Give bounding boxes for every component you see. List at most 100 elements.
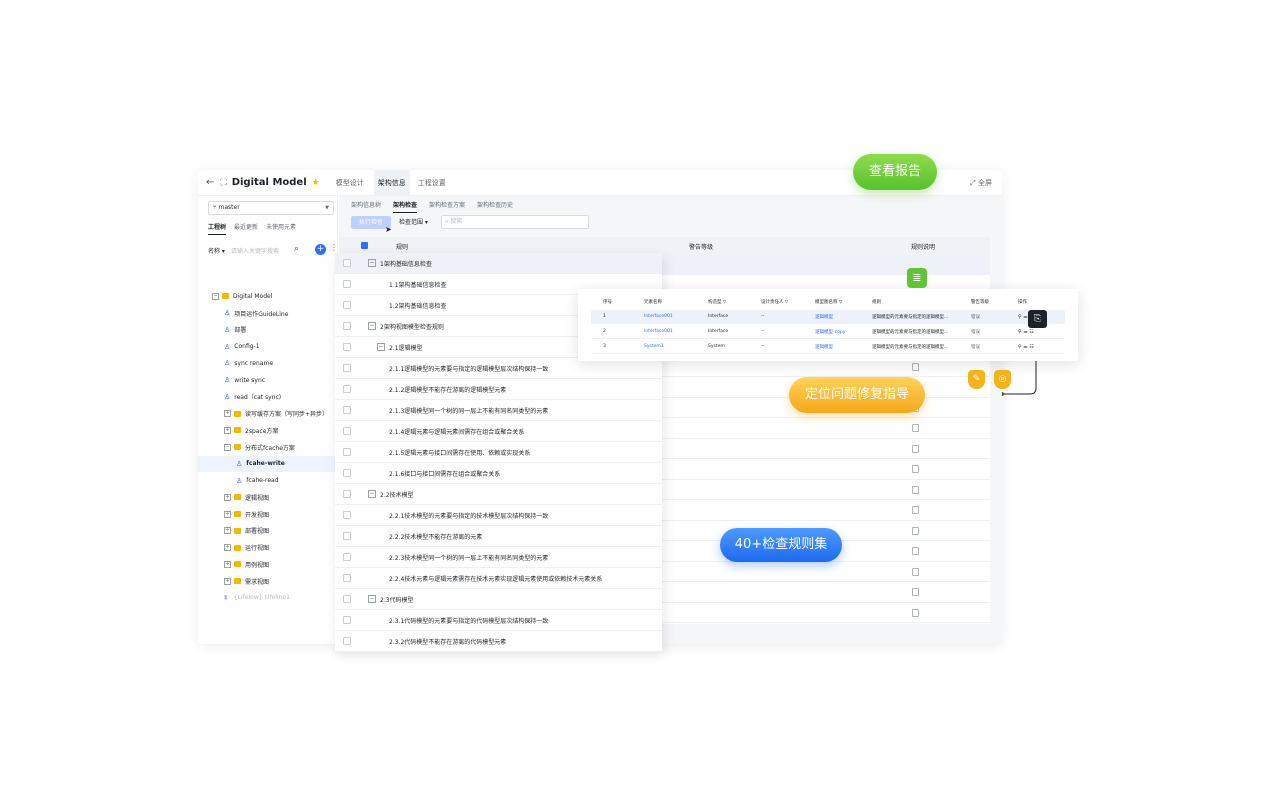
rule-row[interactable]: 2.3.2代码模型不能存在游离的代码模型元素 <box>335 631 662 652</box>
tree-node[interactable]: + 开发视图 <box>198 506 338 523</box>
search-input[interactable]: ⌕ 搜索 <box>441 215 589 229</box>
subtab-info-tree[interactable]: 架构信息树 <box>351 200 381 213</box>
doc-icon[interactable] <box>912 547 919 555</box>
tab-unused[interactable]: 未使用元素 <box>266 222 296 235</box>
row-checkbox[interactable] <box>343 448 351 456</box>
collapse-icon[interactable]: − <box>368 490 376 498</box>
tree-node[interactable]: + 运行视图 <box>198 539 338 556</box>
rule-row[interactable]: 2.1.5逻辑元素与接口间需存在使用、依赖或实现关系 <box>335 442 662 463</box>
tree-node[interactable]: − Digital Model <box>198 288 338 305</box>
rule-row[interactable]: 2.1.2逻辑模型不能存在游离的逻辑模型元素 <box>335 379 662 400</box>
doc-icon[interactable] <box>912 465 919 473</box>
location-icon[interactable]: ⚲ ⚌ ☷ <box>1018 329 1034 335</box>
tree-node[interactable]: + 读写缓存方案（写同步+异步） <box>198 405 338 422</box>
rule-row[interactable]: 2.1.3逻辑模型同一个树的同一层上不能有同名同类型的元素 <box>335 400 662 421</box>
expand-icon[interactable]: + <box>224 544 231 552</box>
row-checkbox[interactable] <box>343 616 351 624</box>
rule-row[interactable]: 2.1.6接口与接口间需存在组合或聚合关系 <box>335 463 662 484</box>
doc-icon[interactable] <box>912 567 919 576</box>
rule-row[interactable]: −2.2技术模型 <box>335 484 662 505</box>
tree-search-input[interactable]: 请输入关键字搜索 <box>231 246 279 255</box>
row-checkbox[interactable] <box>343 364 351 372</box>
tab-recent[interactable]: 最近更新 <box>234 222 258 235</box>
fix-guide-callout[interactable]: 定位问题修复指导 <box>789 377 925 413</box>
tab-project-tree[interactable]: 工程树 <box>208 222 227 235</box>
tree-node[interactable]: + 用例视图 <box>198 556 338 573</box>
row-checkbox[interactable] <box>343 469 351 477</box>
star-icon[interactable]: ★ <box>312 178 320 188</box>
tree-node[interactable]: + 部署视图 <box>198 523 338 540</box>
doc-icon[interactable] <box>912 588 919 596</box>
result-cell-diagram[interactable]: 逻辑模型 <box>815 314 833 320</box>
collapse-icon[interactable]: − <box>377 343 385 351</box>
rule-row[interactable]: −2.3代码模型 <box>335 589 662 610</box>
expand-icon[interactable]: + <box>224 577 231 585</box>
tree-node[interactable]: ♙ sync rename <box>198 355 338 372</box>
row-checkbox[interactable] <box>343 637 351 645</box>
tree-node[interactable]: ▮◦ {Lifelow} Lifeline1 <box>198 590 338 607</box>
rule-row[interactable]: 2.1.4逻辑元素与逻辑元素间需存在组合或聚合关系 <box>335 421 662 442</box>
tree-node[interactable]: ♙ 项目运作GuideLine <box>198 305 338 322</box>
collapse-icon[interactable]: − <box>368 595 376 603</box>
tree-node[interactable]: + 逻辑视图 <box>198 489 338 506</box>
row-checkbox[interactable] <box>343 280 351 288</box>
guide-icon[interactable]: ⎘ <box>1028 310 1047 328</box>
result-row[interactable]: 1 Interface001 Interface -- 逻辑模型 逻辑模型的元素要与指定的… <box>591 310 1065 324</box>
more-icon[interactable]: ⋮ <box>330 243 338 252</box>
subtab-check[interactable]: 架构检查 <box>393 200 418 213</box>
collapse-icon[interactable]: − <box>368 259 376 267</box>
doc-icon[interactable] <box>912 506 919 514</box>
tab-architecture-info[interactable]: 架构信息 <box>373 170 410 196</box>
tab-project-settings[interactable]: 工程设置 <box>414 170 450 196</box>
collapse-icon[interactable]: − <box>224 443 231 451</box>
rule-row[interactable]: 2.3.1代码模型的元素要与指定的代码模型层次结构保持一致 <box>335 610 662 631</box>
row-checkbox[interactable] <box>343 343 351 351</box>
result-cell-name[interactable]: Interface001 <box>644 314 673 319</box>
rules-callout[interactable]: 40+检查规则集 <box>720 528 842 562</box>
doc-icon[interactable] <box>912 424 919 432</box>
rule-row[interactable]: 2.2.2技术模型不能存在游离的元素 <box>335 526 662 547</box>
tree-node[interactable]: ♙ fcahe-read <box>198 472 338 489</box>
tree-node[interactable]: ♙ Config-1 <box>198 338 338 355</box>
subtab-check-history[interactable]: 架构检查历史 <box>477 200 513 213</box>
tree-node[interactable]: ♙ read（cat sync) <box>198 389 338 406</box>
result-cell-diagram[interactable]: 逻辑模型-copy <box>815 329 845 335</box>
doc-icon[interactable] <box>912 526 919 535</box>
result-cell-diagram[interactable]: 逻辑模型 <box>815 344 833 350</box>
row-checkbox[interactable] <box>343 322 351 330</box>
report-icon[interactable]: ≣ <box>907 268 927 288</box>
add-icon[interactable]: + <box>315 244 326 255</box>
result-row[interactable]: 3 System1 System -- 逻辑模型 逻辑模型的元素要与指定的逻辑模型... 错… <box>591 340 1065 354</box>
result-row[interactable]: 2 Interface001 Interface -- 逻辑模型-copy 逻辑模型的元素… <box>591 325 1065 339</box>
row-checkbox[interactable] <box>343 490 351 498</box>
expand-icon[interactable]: + <box>224 493 231 501</box>
row-checkbox[interactable] <box>343 532 351 540</box>
expand-icon[interactable]: + <box>224 560 231 568</box>
row-checkbox[interactable] <box>343 574 351 582</box>
tree-node[interactable]: − 分布式fcache方案 <box>198 439 338 456</box>
row-checkbox[interactable] <box>343 406 351 414</box>
subtab-check-plan[interactable]: 架构检查方案 <box>429 200 465 213</box>
rule-row[interactable]: 2.1.1逻辑模型的元素要与指定的逻辑模型层次结构保持一致 <box>335 358 662 379</box>
tree-node[interactable]: + 需求视图 <box>198 573 338 590</box>
view-report-callout[interactable]: 查看报告 <box>853 154 937 190</box>
expand-icon[interactable]: + <box>224 510 231 518</box>
select-all-checkbox[interactable] <box>361 242 368 249</box>
collapse-icon[interactable]: − <box>368 322 376 330</box>
row-checkbox[interactable] <box>343 427 351 435</box>
tree-node[interactable]: ♙ write sync <box>198 372 338 389</box>
result-cell-name[interactable]: System1 <box>644 344 664 349</box>
branch-select[interactable]: ⑂ master ▼ <box>208 201 334 215</box>
doc-icon[interactable] <box>912 362 919 371</box>
expand-icon[interactable]: + <box>224 527 231 535</box>
row-checkbox[interactable] <box>343 511 351 519</box>
arrow-left-icon[interactable]: ← <box>206 177 214 188</box>
tree-node[interactable]: ♙ 部署 <box>198 322 338 339</box>
fullscreen-button[interactable]: ⤢ 全屏 <box>970 170 992 196</box>
row-checkbox[interactable] <box>343 553 351 561</box>
rule-row[interactable]: 2.2.4技术元素与逻辑元素需存在技术元素实现逻辑元素使用或依赖技术元素关系 <box>335 568 662 589</box>
row-checkbox[interactable] <box>343 595 351 603</box>
tree-node[interactable]: ♙ fcahe-write <box>198 455 338 473</box>
collapse-icon[interactable]: − <box>212 292 219 300</box>
rule-row[interactable]: 2.2.1技术模型的元素要与指定的技术模型层次结构保持一致 <box>335 505 662 526</box>
